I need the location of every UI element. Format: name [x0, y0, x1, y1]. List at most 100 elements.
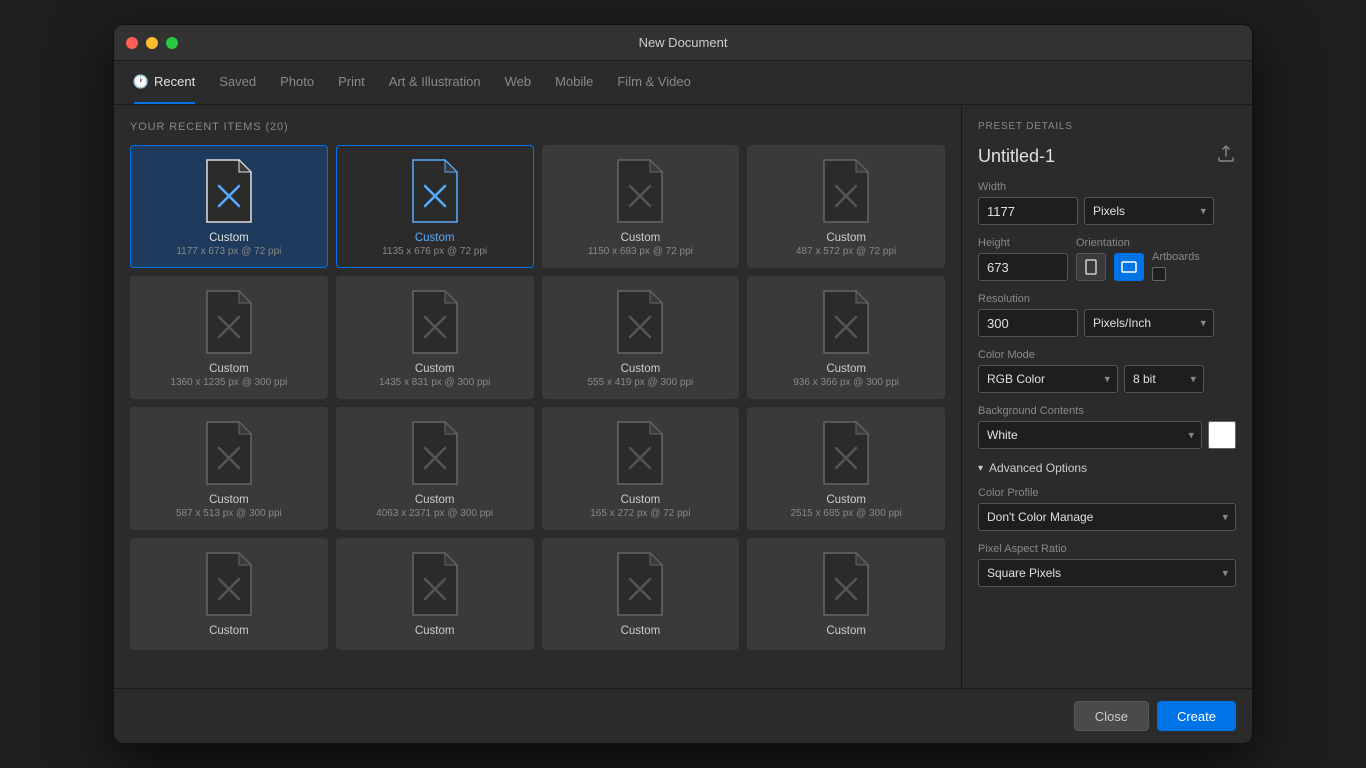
bottom-buttons: Close Create [114, 688, 1252, 743]
file-icon [407, 551, 463, 617]
item-dims: 555 x 419 px @ 300 ppi [587, 377, 693, 388]
item-card[interactable]: Custom [542, 538, 740, 650]
portrait-button[interactable] [1076, 253, 1106, 281]
artboards-checkbox[interactable] [1152, 267, 1166, 281]
item-card[interactable]: Custom587 x 513 px @ 300 ppi [130, 407, 328, 530]
right-panel: PRESET DETAILS Untitled-1 Width Pixels [962, 105, 1252, 688]
preset-header: Untitled-1 [978, 144, 1236, 169]
item-card[interactable]: Custom 1135 x 676 px @ 72 ppi [336, 145, 534, 268]
item-name: Custom [826, 625, 866, 637]
file-icon [407, 289, 463, 355]
artboards-field: Artboards [1152, 251, 1200, 281]
resolution-unit-select[interactable]: Pixels/Inch Pixels/Centimeter [1084, 309, 1214, 337]
width-input-row: Pixels Inches Centimeters Millimeters [978, 197, 1236, 225]
create-button[interactable]: Create [1157, 701, 1236, 731]
tab-saved[interactable]: Saved [219, 61, 256, 104]
item-dims: 165 x 272 px @ 72 ppi [590, 508, 690, 519]
item-card[interactable]: Custom 4063 x 2371 px @ 300 ppi [336, 407, 534, 530]
tab-web[interactable]: Web [505, 61, 532, 104]
width-unit-select[interactable]: Pixels Inches Centimeters Millimeters [1084, 197, 1214, 225]
color-profile-select[interactable]: Don't Color Manage sRGB IEC61966-2.1 Ado… [978, 503, 1236, 531]
resolution-unit-wrapper: Pixels/Inch Pixels/Centimeter [1084, 309, 1214, 337]
resolution-input[interactable] [978, 309, 1078, 337]
height-input[interactable] [978, 253, 1068, 281]
item-name: Custom [415, 494, 455, 506]
item-dims: 1435 x 831 px @ 300 ppi [379, 377, 490, 388]
item-name: Custom [826, 363, 866, 375]
titlebar: New Document [114, 25, 1252, 61]
save-preset-icon[interactable] [1216, 144, 1236, 169]
preset-label: PRESET DETAILS [978, 121, 1236, 132]
item-name: Custom [415, 625, 455, 637]
file-icon [612, 420, 668, 486]
item-dims: 1135 x 676 px @ 72 ppi [382, 246, 487, 257]
traffic-lights [126, 37, 178, 49]
bg-contents-label: Background Contents [978, 405, 1236, 417]
advanced-options-toggle[interactable]: ▾ Advanced Options [978, 461, 1236, 475]
item-card[interactable]: Custom [130, 538, 328, 650]
tab-film[interactable]: Film & Video [617, 61, 690, 104]
bg-color-swatch[interactable] [1208, 421, 1236, 449]
landscape-button[interactable] [1114, 253, 1144, 281]
pixel-aspect-field: Pixel Aspect Ratio Square Pixels D1/DV N… [978, 543, 1236, 587]
item-card[interactable]: Custom [336, 538, 534, 650]
bit-depth-select[interactable]: 8 bit 16 bit 32 bit [1124, 365, 1204, 393]
item-card[interactable]: Custom1150 x 683 px @ 72 ppi [542, 145, 740, 268]
pixel-aspect-select[interactable]: Square Pixels D1/DV NTSC (0.91) D1/DV PA… [978, 559, 1236, 587]
file-icon [201, 289, 257, 355]
bg-contents-select[interactable]: White Black Background Color Transparent… [978, 421, 1202, 449]
color-mode-label: Color Mode [978, 349, 1236, 361]
width-unit-wrapper: Pixels Inches Centimeters Millimeters [1084, 197, 1214, 225]
close-button[interactable]: Close [1074, 701, 1149, 731]
main-content: YOUR RECENT ITEMS (20) Custom1177 x 673 … [114, 105, 1252, 688]
item-card[interactable]: Custom 487 x 572 px @ 72 ppi [747, 145, 945, 268]
artboards-label: Artboards [1152, 251, 1200, 263]
pixel-aspect-label: Pixel Aspect Ratio [978, 543, 1236, 555]
item-card[interactable]: Custom 1435 x 831 px @ 300 ppi [336, 276, 534, 399]
item-card[interactable]: Custom 936 x 366 px @ 300 ppi [747, 276, 945, 399]
item-card[interactable]: Custom1360 x 1235 px @ 300 ppi [130, 276, 328, 399]
close-traffic-light[interactable] [126, 37, 138, 49]
item-dims: 936 x 366 px @ 300 ppi [793, 377, 899, 388]
color-mode-select[interactable]: RGB Color CMYK Color Grayscale Lab Color [978, 365, 1118, 393]
item-name: Custom [415, 363, 455, 375]
color-profile-label: Color Profile [978, 487, 1236, 499]
item-dims: 4063 x 2371 px @ 300 ppi [376, 508, 493, 519]
item-card[interactable]: Custom [747, 538, 945, 650]
file-icon [407, 420, 463, 486]
item-dims: 487 x 572 px @ 72 ppi [796, 246, 896, 257]
tab-art[interactable]: Art & Illustration [389, 61, 481, 104]
window-title: New Document [639, 35, 728, 50]
file-icon [818, 158, 874, 224]
color-mode-wrapper: RGB Color CMYK Color Grayscale Lab Color [978, 365, 1118, 393]
item-name: Custom [209, 363, 249, 375]
item-card[interactable]: Custom555 x 419 px @ 300 ppi [542, 276, 740, 399]
artboards-checkbox-row [1152, 267, 1200, 281]
item-card[interactable]: Custom1177 x 673 px @ 72 ppi [130, 145, 328, 268]
item-name: Custom [415, 232, 455, 244]
item-name: Custom [826, 494, 866, 506]
item-name: Custom [826, 232, 866, 244]
height-label: Height [978, 237, 1068, 249]
color-mode-row: RGB Color CMYK Color Grayscale Lab Color… [978, 365, 1236, 393]
bg-content-row: White Black Background Color Transparent… [978, 421, 1236, 449]
item-card[interactable]: Custom2515 x 685 px @ 300 ppi [747, 407, 945, 530]
orientation-buttons [1076, 253, 1144, 281]
tab-print[interactable]: Print [338, 61, 365, 104]
tab-photo[interactable]: Photo [280, 61, 314, 104]
tab-mobile[interactable]: Mobile [555, 61, 593, 104]
file-icon [818, 551, 874, 617]
width-input[interactable] [978, 197, 1078, 225]
file-icon [201, 420, 257, 486]
minimize-traffic-light[interactable] [146, 37, 158, 49]
orientation-field: Orientation [1076, 237, 1144, 281]
tab-recent[interactable]: 🕐 Recent [134, 61, 195, 104]
item-name: Custom [621, 232, 661, 244]
item-card[interactable]: Custom165 x 272 px @ 72 ppi [542, 407, 740, 530]
file-icon [818, 289, 874, 355]
new-document-window: New Document 🕐 Recent Saved Photo Print … [113, 24, 1253, 744]
advanced-chevron-icon: ▾ [978, 463, 983, 474]
maximize-traffic-light[interactable] [166, 37, 178, 49]
color-mode-field: Color Mode RGB Color CMYK Color Grayscal… [978, 349, 1236, 393]
file-icon [201, 158, 257, 224]
